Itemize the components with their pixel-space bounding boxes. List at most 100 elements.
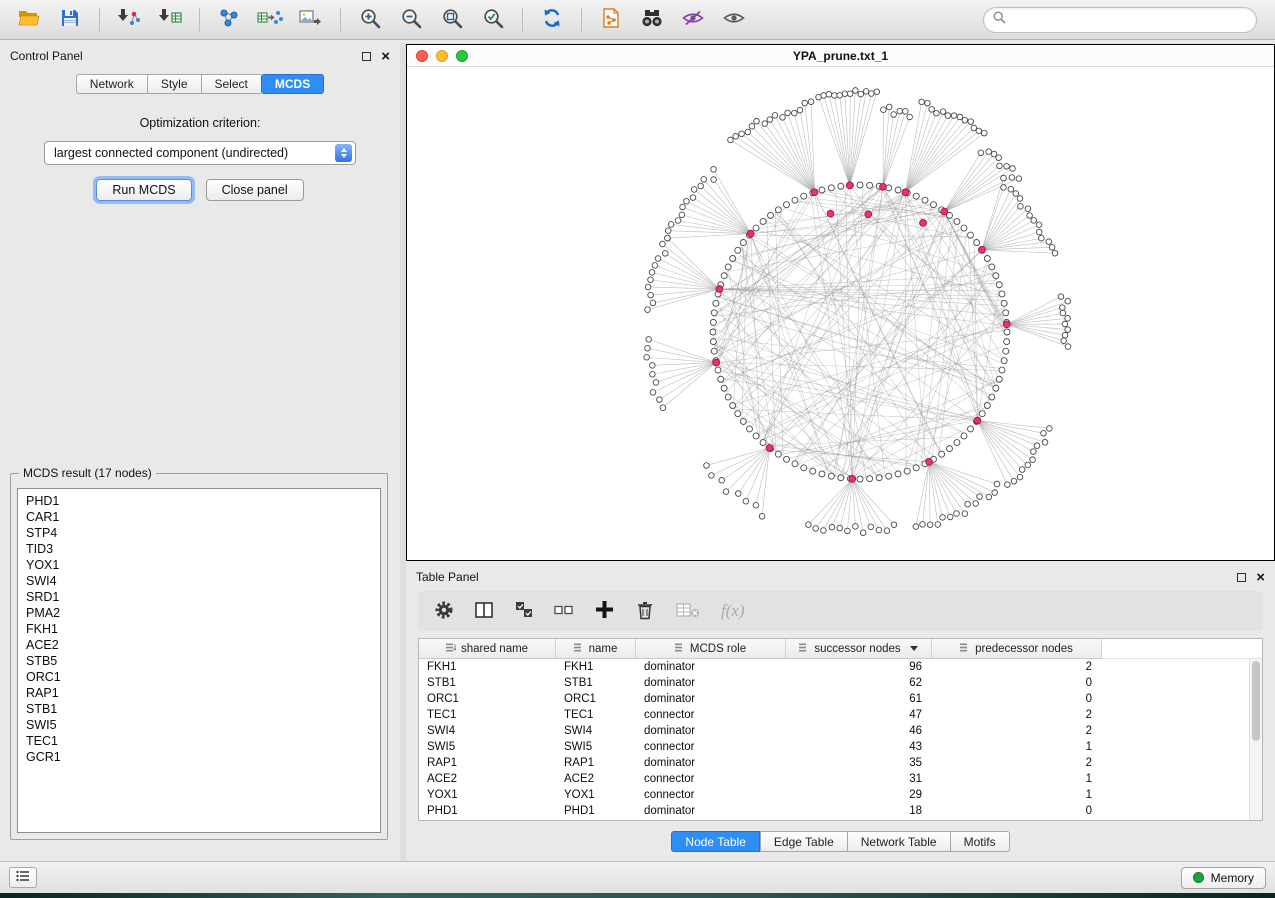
- zoom-selected-button[interactable]: [474, 4, 512, 36]
- table-row[interactable]: RAP1RAP1dominator352: [419, 755, 1262, 771]
- mcds-result-list[interactable]: PHD1CAR1STP4TID3YOX1SWI4SRD1PMA2FKH1ACE2…: [17, 488, 381, 833]
- table-row[interactable]: YOX1YOX1connector291: [419, 787, 1262, 803]
- zoom-out-button[interactable]: [392, 4, 430, 36]
- window-maximize-icon[interactable]: [456, 50, 468, 62]
- tab-network-table[interactable]: Network Table: [847, 831, 950, 852]
- mcds-result-item[interactable]: CAR1: [18, 509, 380, 525]
- cell-successor-nodes: 35: [786, 757, 932, 769]
- cell-predecessor-nodes: 0: [932, 677, 1102, 689]
- cell-successor-nodes: 47: [786, 709, 932, 721]
- tab-select[interactable]: Select: [201, 74, 261, 94]
- zoom-in-button[interactable]: [351, 4, 389, 36]
- mcds-result-item[interactable]: TID3: [18, 541, 380, 557]
- refresh-icon: [542, 8, 562, 31]
- sort-descending-icon: [910, 646, 918, 651]
- float-table-panel-icon[interactable]: [1237, 573, 1246, 582]
- network-window-titlebar[interactable]: YPA_prune.txt_1: [407, 45, 1274, 67]
- network-canvas[interactable]: [407, 67, 1274, 560]
- column-header-predecessor-nodes[interactable]: predecessor nodes: [932, 639, 1102, 659]
- new-network-button[interactable]: [210, 4, 248, 36]
- cell-name: TEC1: [556, 709, 636, 721]
- delete-table-button[interactable]: [676, 602, 700, 621]
- find-network-button[interactable]: [633, 4, 671, 36]
- task-history-button[interactable]: [9, 867, 37, 888]
- column-header-name[interactable]: name: [556, 639, 636, 659]
- mcds-result-item[interactable]: TEC1: [18, 733, 380, 749]
- cell-name: YOX1: [556, 789, 636, 801]
- column-header-mcds-role[interactable]: MCDS role: [636, 639, 786, 659]
- import-network-icon: [117, 8, 141, 31]
- window-close-icon[interactable]: [416, 50, 428, 62]
- table-row[interactable]: ORC1ORC1dominator610: [419, 691, 1262, 707]
- close-panel-button[interactable]: Close panel: [206, 179, 304, 201]
- delete-column-button[interactable]: [635, 600, 655, 623]
- cell-name: ACE2: [556, 773, 636, 785]
- toolbar-separator: [522, 8, 523, 32]
- mcds-result-title: MCDS result (17 nodes): [19, 466, 156, 480]
- tab-mcds[interactable]: MCDS: [261, 74, 324, 94]
- mcds-result-item[interactable]: STP4: [18, 525, 380, 541]
- mcds-result-item[interactable]: PHD1: [18, 493, 380, 509]
- table-row[interactable]: PHD1PHD1dominator180: [419, 803, 1262, 819]
- tab-style[interactable]: Style: [147, 74, 201, 94]
- mcds-result-item[interactable]: RAP1: [18, 685, 380, 701]
- mcds-result-item[interactable]: PMA2: [18, 605, 380, 621]
- table-row[interactable]: SWI4SWI4dominator462: [419, 723, 1262, 739]
- clone-network-button[interactable]: [592, 4, 630, 36]
- search-box[interactable]: [983, 7, 1257, 33]
- add-column-button[interactable]: [595, 600, 614, 622]
- open-file-button[interactable]: [10, 4, 48, 36]
- import-network-file-button[interactable]: [110, 4, 148, 36]
- table-scrollbar[interactable]: [1249, 659, 1262, 820]
- show-all-button[interactable]: [715, 4, 753, 36]
- mcds-result-item[interactable]: FKH1: [18, 621, 380, 637]
- mcds-result-item[interactable]: SRD1: [18, 589, 380, 605]
- tab-node-table[interactable]: Node Table: [671, 831, 760, 852]
- close-panel-icon[interactable]: ×: [381, 49, 390, 64]
- mcds-result-item[interactable]: STB1: [18, 701, 380, 717]
- mcds-result-item[interactable]: ORC1: [18, 669, 380, 685]
- mcds-result-item[interactable]: YOX1: [18, 557, 380, 573]
- network-from-table-button[interactable]: [251, 4, 289, 36]
- mcds-result-item[interactable]: SWI5: [18, 717, 380, 733]
- save-button[interactable]: [51, 4, 89, 36]
- open-folder-icon: [18, 9, 40, 30]
- hide-selected-button[interactable]: [674, 4, 712, 36]
- memory-button[interactable]: Memory: [1181, 867, 1266, 889]
- import-table-file-button[interactable]: [151, 4, 189, 36]
- zoom-fit-button[interactable]: [433, 4, 471, 36]
- search-input[interactable]: [1012, 13, 1247, 27]
- mcds-result-item[interactable]: ACE2: [18, 637, 380, 653]
- select-all-button[interactable]: [515, 601, 533, 621]
- column-header-successor-nodes[interactable]: successor nodes: [786, 639, 932, 659]
- close-table-panel-icon[interactable]: ×: [1256, 570, 1265, 585]
- table-row[interactable]: STB1STB1dominator620: [419, 675, 1262, 691]
- export-image-button[interactable]: [292, 4, 330, 36]
- function-builder-button[interactable]: f(x): [721, 601, 745, 621]
- sort-icon: [675, 643, 685, 655]
- tab-motifs[interactable]: Motifs: [950, 831, 1010, 852]
- criterion-dropdown[interactable]: largest connected component (undirected): [44, 141, 356, 165]
- table-row[interactable]: TEC1TEC1connector472: [419, 707, 1262, 723]
- mcds-result-item[interactable]: SWI4: [18, 573, 380, 589]
- show-columns-button[interactable]: [475, 601, 494, 622]
- table-row[interactable]: SWI5SWI5connector431: [419, 739, 1262, 755]
- clone-network-icon: [602, 8, 620, 31]
- tab-network[interactable]: Network: [76, 74, 147, 94]
- cell-successor-nodes: 62: [786, 677, 932, 689]
- table-row[interactable]: FKH1FKH1dominator962: [419, 659, 1262, 675]
- window-minimize-icon[interactable]: [436, 50, 448, 62]
- import-table-icon: [158, 8, 182, 31]
- scrollbar-thumb[interactable]: [1252, 661, 1260, 741]
- cell-predecessor-nodes: 0: [932, 693, 1102, 705]
- refresh-button[interactable]: [533, 4, 571, 36]
- tab-edge-table[interactable]: Edge Table: [760, 831, 847, 852]
- table-settings-button[interactable]: [434, 600, 454, 623]
- column-header-shared-name[interactable]: shared name: [419, 639, 556, 659]
- deselect-all-button[interactable]: [554, 603, 574, 620]
- table-row[interactable]: ACE2ACE2connector311: [419, 771, 1262, 787]
- run-mcds-button[interactable]: Run MCDS: [96, 179, 191, 201]
- mcds-result-item[interactable]: GCR1: [18, 749, 380, 765]
- float-panel-icon[interactable]: [362, 52, 371, 61]
- mcds-result-item[interactable]: STB5: [18, 653, 380, 669]
